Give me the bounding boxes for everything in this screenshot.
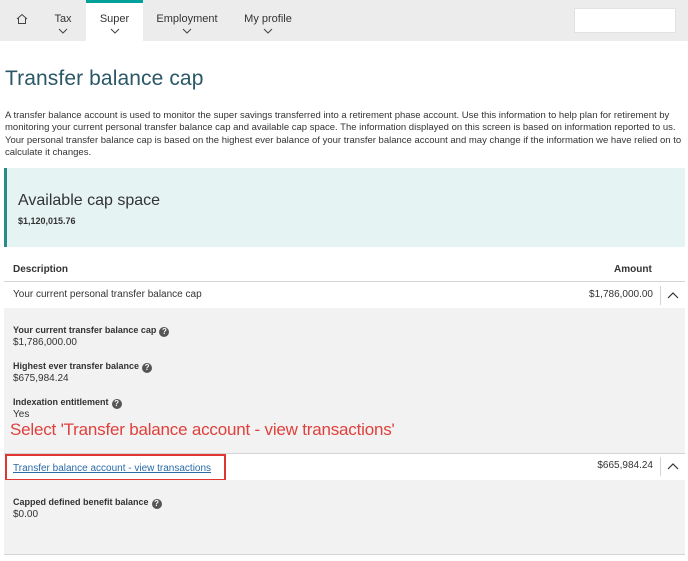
nav-tab-employment[interactable]: Employment bbox=[152, 0, 222, 41]
collapse-row-button[interactable] bbox=[660, 457, 685, 476]
nav-tab-my-profile[interactable]: My profile bbox=[240, 0, 296, 41]
detail-label: Indexation entitlement? bbox=[13, 397, 122, 409]
detail-label: Capped defined benefit balance? bbox=[13, 497, 162, 509]
chevron-down-icon bbox=[110, 28, 119, 34]
collapse-row-button[interactable] bbox=[660, 286, 685, 305]
nav-tab-super[interactable]: Super bbox=[86, 0, 143, 41]
chevron-down-icon bbox=[182, 28, 192, 34]
table-row: Your current personal transfer balance c… bbox=[4, 283, 685, 308]
search-input[interactable] bbox=[574, 8, 676, 33]
available-cap-panel: Available cap space $1,120,015.76 bbox=[4, 168, 685, 247]
detail-label-text: Capped defined benefit balance bbox=[13, 497, 149, 507]
detail-label-text: Highest ever transfer balance bbox=[13, 361, 140, 371]
row-detail-panel: Capped defined benefit balance? $0.00 bbox=[4, 480, 685, 554]
home-icon bbox=[16, 13, 28, 24]
detail-label: Highest ever transfer balance? bbox=[13, 361, 153, 373]
detail-value: $675,984.24 bbox=[13, 373, 69, 384]
nav-tab-tax-label: Tax bbox=[54, 13, 72, 25]
divider bbox=[4, 281, 685, 282]
detail-value: $1,786,000.00 bbox=[13, 337, 77, 348]
help-icon[interactable]: ? bbox=[142, 363, 153, 373]
home-nav-button[interactable] bbox=[9, 0, 35, 41]
detail-label: Your current transfer balance cap? bbox=[13, 325, 170, 337]
column-header-amount: Amount bbox=[614, 264, 652, 275]
detail-label-text: Indexation entitlement bbox=[13, 397, 109, 407]
detail-value: $0.00 bbox=[13, 509, 39, 520]
top-navigation: Tax Super Employment My profile bbox=[0, 0, 688, 41]
intro-paragraph: A transfer balance account is used to mo… bbox=[5, 110, 682, 158]
help-icon[interactable]: ? bbox=[151, 499, 162, 509]
nav-tab-super-label: Super bbox=[99, 13, 130, 25]
row-amount: $1,786,000.00 bbox=[589, 289, 653, 300]
nav-tab-my-profile-label: My profile bbox=[244, 13, 292, 25]
divider bbox=[4, 554, 685, 555]
chevron-up-icon bbox=[667, 292, 679, 299]
row-description: Your current personal transfer balance c… bbox=[13, 289, 202, 300]
detail-label-text: Your current transfer balance cap bbox=[13, 325, 157, 335]
page-title: Transfer balance cap bbox=[5, 67, 204, 90]
chevron-down-icon bbox=[58, 28, 68, 34]
transfer-balance-account-link[interactable]: Transfer balance account - view transact… bbox=[13, 463, 211, 474]
help-icon[interactable]: ? bbox=[159, 327, 170, 337]
column-header-description: Description bbox=[13, 264, 69, 275]
instruction-annotation: Select 'Transfer balance account - view … bbox=[10, 420, 395, 439]
nav-tab-employment-label: Employment bbox=[156, 13, 218, 25]
highlight-box: Transfer balance account - view transact… bbox=[5, 454, 226, 481]
nav-tab-tax[interactable]: Tax bbox=[48, 0, 78, 41]
available-cap-value: $1,120,015.76 bbox=[18, 216, 76, 226]
help-icon[interactable]: ? bbox=[111, 399, 122, 409]
chevron-down-icon bbox=[263, 28, 273, 34]
row-amount: $665,984.24 bbox=[597, 460, 653, 471]
available-cap-title: Available cap space bbox=[18, 192, 161, 209]
chevron-up-icon bbox=[667, 463, 679, 470]
detail-value: Yes bbox=[13, 409, 30, 420]
